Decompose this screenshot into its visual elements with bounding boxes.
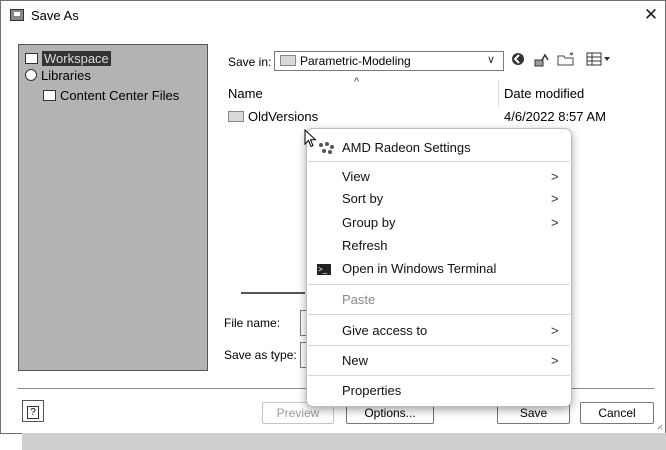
help-button[interactable]: ?: [22, 400, 44, 422]
menu-item-amd-radeon-settings[interactable]: AMD Radeon Settings: [342, 139, 471, 157]
amd-radeon-icon: [317, 141, 335, 155]
chevron-right-icon: >: [551, 215, 559, 230]
file-date: 4/6/2022 8:57 AM: [504, 109, 606, 124]
file-name-label: File name:: [224, 316, 281, 330]
column-header-name[interactable]: Name: [228, 86, 263, 101]
chevron-right-icon: >: [551, 353, 559, 368]
tree-item-workspace[interactable]: Workspace: [25, 51, 111, 67]
tree-item-libraries[interactable]: Libraries: [25, 68, 91, 84]
menu-item-open-in-windows-terminal[interactable]: Open in Windows Terminal: [342, 260, 496, 278]
tree-item-label: Workspace: [42, 51, 111, 66]
folder-icon: [280, 55, 296, 66]
menu-item-view[interactable]: View: [342, 168, 370, 186]
sort-ascending-icon: ^: [354, 76, 360, 88]
tree-item-label: Content Center Files: [60, 88, 180, 103]
save-in-value: Parametric-Modeling: [300, 54, 411, 68]
save-in-dropdown[interactable]: Parametric-Modeling ∨: [274, 51, 504, 71]
menu-separator: [308, 161, 570, 162]
tree-item-content-center-files[interactable]: Content Center Files: [43, 88, 179, 104]
menu-separator: [308, 284, 570, 285]
chevron-right-icon: >: [551, 323, 559, 338]
new-folder-icon[interactable]: [556, 52, 576, 70]
cancel-button[interactable]: Cancel: [580, 402, 654, 424]
chevron-down-icon: ∨: [487, 54, 496, 66]
menu-item-properties[interactable]: Properties: [342, 382, 401, 400]
view-menu-icon[interactable]: [584, 52, 614, 70]
dialog-shadow: [22, 433, 666, 450]
workspace-icon: [25, 53, 38, 64]
tree-item-label: Libraries: [41, 68, 91, 83]
save-as-type-label: Save as type:: [224, 348, 297, 362]
mouse-pointer-icon: [304, 129, 317, 148]
file-row[interactable]: OldVersions: [228, 109, 318, 124]
terminal-icon: >_: [317, 264, 331, 275]
menu-item-group-by[interactable]: Group by: [342, 214, 395, 232]
save-in-label: Save in:: [228, 55, 272, 69]
resize-grip-icon[interactable]: [657, 424, 663, 430]
menu-separator: [308, 345, 570, 346]
menu-item-new[interactable]: New: [342, 352, 368, 370]
column-divider[interactable]: [498, 80, 499, 106]
libraries-icon: [25, 69, 37, 81]
menu-item-sort-by[interactable]: Sort by: [342, 190, 383, 208]
chevron-right-icon: >: [551, 169, 559, 184]
file-name: OldVersions: [248, 109, 319, 124]
up-folder-icon[interactable]: [532, 52, 550, 70]
menu-separator: [308, 314, 570, 315]
menu-item-refresh[interactable]: Refresh: [342, 237, 388, 255]
menu-separator: [308, 375, 570, 376]
inventor-app-icon: [10, 9, 24, 21]
window-title: Save As: [31, 8, 79, 23]
location-tree-panel: Workspace Libraries Content Center Files: [18, 44, 208, 371]
context-menu: AMD Radeon Settings View > Sort by > Gro…: [306, 128, 572, 407]
column-header-date[interactable]: Date modified: [504, 86, 584, 101]
menu-item-paste[interactable]: Paste: [342, 291, 375, 309]
horizontal-scrollbar[interactable]: [241, 292, 305, 294]
help-icon: ?: [27, 406, 39, 419]
folder-icon: [43, 90, 56, 101]
chevron-right-icon: >: [551, 191, 559, 206]
close-button[interactable]: ✕: [641, 4, 661, 26]
back-icon[interactable]: [510, 52, 526, 70]
title-bar: Save As ✕: [1, 1, 664, 29]
folder-icon: [228, 111, 244, 122]
menu-item-give-access-to[interactable]: Give access to: [342, 322, 427, 340]
